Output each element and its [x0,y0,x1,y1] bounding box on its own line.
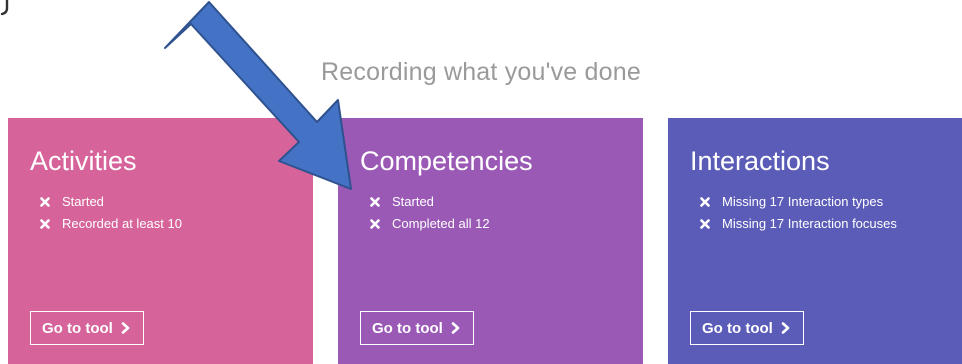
competencies-card: Competencies Started Completed all 12 Go… [338,118,643,364]
go-to-tool-button[interactable]: Go to tool [360,311,474,345]
activities-card: Activities Started Recorded at least 10 … [8,118,313,364]
chevron-right-icon [781,322,790,334]
card-title: Activities [30,146,137,176]
cross-icon [370,197,380,207]
status-text: Completed all 12 [392,216,490,232]
go-to-tool-button[interactable]: Go to tool [30,311,144,345]
corner-mark [0,0,9,16]
status-item: Completed all 12 [360,213,643,235]
status-text: Started [62,194,104,210]
status-list: Missing 17 Interaction types Missing 17 … [690,191,962,235]
status-text: Missing 17 Interaction focuses [722,216,897,232]
card-title: Interactions [690,146,830,176]
cross-icon [700,197,710,207]
button-label: Go to tool [42,319,113,337]
chevron-right-icon [121,322,130,334]
status-list: Started Recorded at least 10 [30,191,313,235]
status-item: Missing 17 Interaction types [690,191,962,213]
button-label: Go to tool [372,319,443,337]
status-item: Started [30,191,313,213]
status-item: Started [360,191,643,213]
status-text: Recorded at least 10 [62,216,182,232]
button-label: Go to tool [702,319,773,337]
go-to-tool-button[interactable]: Go to tool [690,311,804,345]
chevron-right-icon [451,322,460,334]
page: Recording what you've done Activities St… [0,0,962,364]
cross-icon [370,219,380,229]
cross-icon [40,197,50,207]
status-text: Started [392,194,434,210]
cross-icon [700,219,710,229]
interactions-card: Interactions Missing 17 Interaction type… [668,118,962,364]
status-item: Missing 17 Interaction focuses [690,213,962,235]
card-title: Competencies [360,146,533,176]
section-title: Recording what you've done [321,58,641,86]
status-list: Started Completed all 12 [360,191,643,235]
status-item: Recorded at least 10 [30,213,313,235]
cross-icon [40,219,50,229]
status-text: Missing 17 Interaction types [722,194,884,210]
